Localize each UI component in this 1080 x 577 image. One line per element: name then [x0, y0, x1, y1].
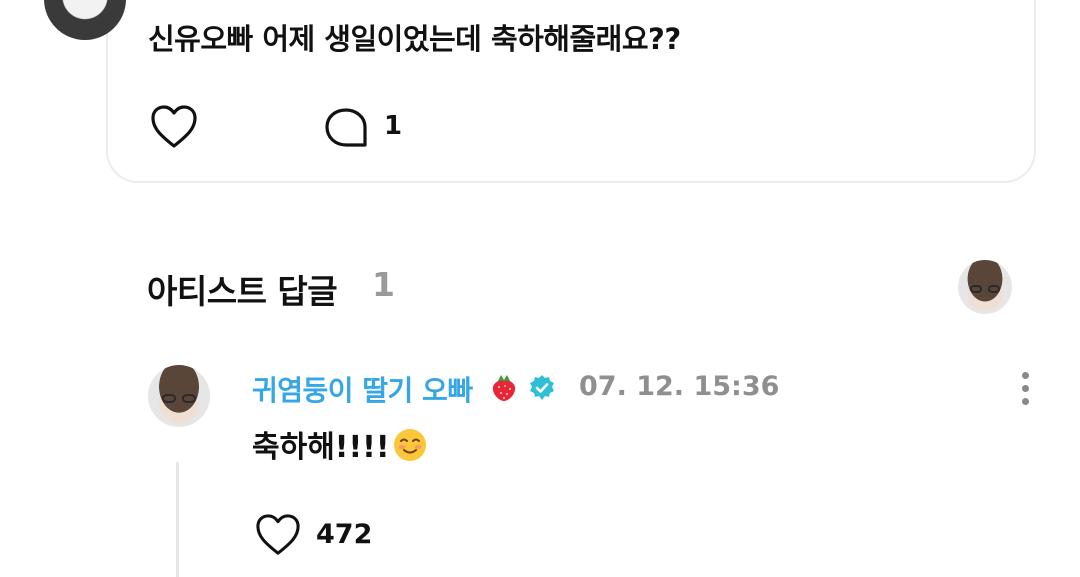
artist-replies-count: 1: [372, 265, 395, 304]
strawberry-icon: [492, 375, 516, 401]
reply-text: 축하해!!!!: [252, 430, 390, 465]
post-text: 신유오빠 어제 생일이었는데 축하해줄래요??: [148, 22, 681, 56]
more-options-button[interactable]: [1010, 368, 1042, 408]
artist-replies-title: 아티스트 답글: [147, 272, 338, 311]
more-dot: [1022, 372, 1029, 379]
heart-outline-icon: [151, 105, 197, 148]
glasses-icon: [969, 284, 1001, 294]
reply-like-count: 472: [316, 519, 373, 550]
glasses-icon: [161, 393, 197, 404]
more-dot: [1022, 385, 1029, 392]
thread-line: [176, 462, 179, 577]
more-dot: [1022, 398, 1029, 405]
reply-author-avatar[interactable]: [148, 365, 210, 427]
reply-text-row: 축하해!!!!: [252, 422, 428, 466]
heart-outline-icon: [256, 514, 300, 555]
reply-like-button[interactable]: [254, 513, 302, 557]
reply-timestamp: 07. 12. 15:36: [579, 371, 780, 402]
speech-bubble-icon: [325, 108, 367, 147]
post-comment-count: 1: [384, 111, 403, 141]
smiling-face-icon: [393, 429, 426, 461]
post-like-button[interactable]: [150, 104, 198, 150]
artist-avatar[interactable]: [958, 260, 1012, 314]
reply-author-name[interactable]: 귀염둥이 딸기 오빠: [252, 369, 473, 409]
verified-badge-icon: [530, 375, 554, 400]
post-comment-button[interactable]: [323, 107, 369, 149]
